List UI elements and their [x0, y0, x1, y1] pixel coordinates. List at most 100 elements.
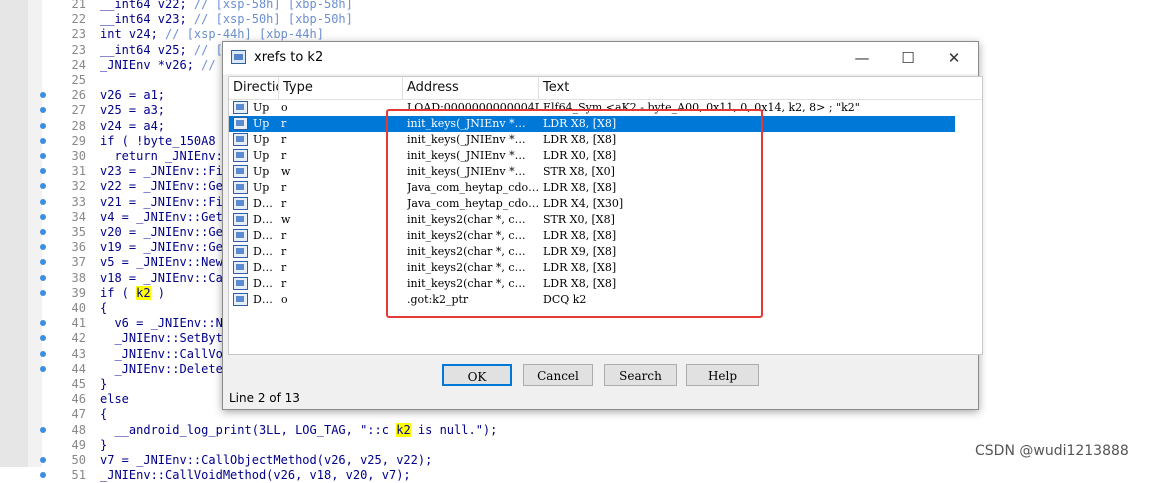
breakpoint-dot-icon[interactable]: [40, 457, 46, 463]
code-text: v21 = _JNIEnv::Fi: [100, 194, 223, 209]
xref-cell-type: r: [281, 197, 287, 210]
ok-button[interactable]: OK: [442, 364, 512, 386]
line-number: 23: [71, 27, 86, 42]
xref-cell-dir: Up: [253, 149, 270, 162]
column-header-type[interactable]: Type: [279, 77, 403, 99]
code-line[interactable]: 33 v21 = _JNIEnv::Fi: [40, 194, 223, 210]
xref-row-icon: [233, 229, 248, 242]
search-button[interactable]: Search: [604, 364, 677, 386]
breakpoint-dot-icon[interactable]: [40, 350, 46, 357]
code-line[interactable]: 32 v22 = _JNIEnv::Ge: [40, 178, 223, 194]
code-line[interactable]: 29 if ( !byte_150A8: [40, 133, 216, 149]
code-line[interactable]: 46 else: [44, 391, 129, 407]
code-text: if ( k2 ): [100, 285, 166, 300]
code-line[interactable]: 27 v25 = a3;: [40, 102, 165, 118]
line-number: 23: [71, 42, 86, 57]
code-line[interactable]: 49}: [44, 437, 108, 453]
xref-cell-type: w: [281, 213, 291, 226]
code-line[interactable]: 28 v24 = a4;: [40, 118, 165, 134]
breakpoint-dot-icon[interactable]: [40, 122, 46, 129]
code-text: v4 = _JNIEnv::Get: [100, 209, 223, 224]
xref-cell-type: o: [281, 101, 288, 114]
line-number: 42: [71, 331, 86, 346]
line-number: 43: [71, 346, 86, 361]
cancel-button[interactable]: Cancel: [523, 364, 593, 386]
code-line[interactable]: 50 v7 = _JNIEnv::CallObjectMethod(v26, v2…: [40, 452, 432, 468]
dialog-titlebar[interactable]: xrefs to k2 — ☐ ✕: [223, 42, 978, 74]
code-line[interactable]: 44 _JNIEnv::Delete: [40, 361, 223, 377]
status-line: Line 2 of 13: [229, 391, 300, 405]
xref-cell-dir: Up: [253, 101, 270, 114]
code-line[interactable]: 31 v23 = _JNIEnv::Fi: [40, 163, 223, 179]
breakpoint-dot-icon[interactable]: [40, 198, 46, 205]
line-number: 47: [71, 407, 86, 422]
breakpoint-dot-icon[interactable]: [40, 289, 46, 296]
code-line[interactable]: 41 v6 = _JNIEnv::N: [40, 315, 223, 331]
line-number: 51: [71, 468, 86, 483]
xref-cell-dir: D…: [253, 197, 273, 210]
dialog-title: xrefs to k2: [254, 50, 324, 65]
code-line[interactable]: 23 int v24; // [xsp-44h] [xbp-44h]: [44, 26, 324, 42]
line-number: 45: [71, 377, 86, 391]
breakpoint-dot-icon[interactable]: [40, 365, 46, 372]
xref-cell-dir: Up: [253, 181, 270, 194]
maximize-button[interactable]: ☐: [885, 42, 931, 74]
code-line[interactable]: 45}: [44, 376, 108, 392]
column-header-direction[interactable]: Directio: [229, 77, 279, 99]
line-number: 26: [71, 88, 86, 103]
line-number: 41: [71, 316, 86, 331]
code-line[interactable]: 26 v26 = a1;: [40, 87, 165, 103]
code-line[interactable]: 25: [44, 72, 100, 88]
xref-cell-type: r: [281, 261, 287, 274]
xref-cell-dir: Up: [253, 165, 270, 178]
code-text: v5 = _JNIEnv::New: [100, 255, 223, 270]
code-line[interactable]: 35 v20 = _JNIEnv::Ge: [40, 224, 223, 240]
code-line[interactable]: 34 v4 = _JNIEnv::Get: [40, 209, 223, 225]
column-header-address[interactable]: Address: [403, 77, 539, 99]
code-text: {: [100, 301, 108, 315]
breakpoint-dot-icon[interactable]: [40, 213, 46, 220]
xref-row-icon: [233, 149, 248, 162]
line-number: 22: [71, 12, 86, 27]
code-line[interactable]: 51 _JNIEnv::CallVoidMethod(v26, v18, v20,…: [40, 467, 411, 483]
code-line[interactable]: 39 if ( k2 ): [40, 285, 166, 301]
line-number: 32: [71, 179, 86, 194]
breakpoint-dot-icon[interactable]: [40, 426, 46, 433]
line-number: 39: [71, 285, 86, 300]
xref-cell-type: o: [281, 293, 288, 306]
xref-row-icon: [233, 181, 248, 194]
code-line[interactable]: 36 v19 = _JNIEnv::Ge: [40, 239, 223, 255]
column-header-text[interactable]: Text: [539, 77, 982, 99]
minimize-button[interactable]: —: [839, 42, 885, 74]
code-line[interactable]: 38 v18 = _JNIEnv::Ca: [40, 270, 223, 286]
code-line[interactable]: 40 {: [44, 300, 108, 316]
close-button[interactable]: ✕: [931, 42, 977, 74]
breakpoint-dot-icon[interactable]: [40, 229, 46, 235]
code-line[interactable]: 37 v5 = _JNIEnv::New: [40, 254, 223, 270]
xref-row-icon: [233, 261, 248, 274]
xref-cell-type: w: [281, 165, 291, 178]
code-text: _JNIEnv::CallVoidMethod(v26, v18, v20, v…: [100, 468, 411, 483]
breakpoint-dot-icon[interactable]: [40, 153, 46, 159]
code-line[interactable]: 48 __android_log_print(3LL, LOG_TAG, "::…: [40, 422, 497, 438]
line-number: 28: [71, 118, 86, 133]
code-line[interactable]: 47 {: [44, 406, 108, 422]
xref-cell-dir: D…: [253, 277, 273, 290]
xref-cell-type: r: [281, 117, 287, 130]
code-text: v18 = _JNIEnv::Ca: [100, 270, 223, 285]
line-number: 44: [71, 361, 86, 376]
help-button[interactable]: Help: [686, 364, 759, 386]
breakpoint-dot-icon[interactable]: [40, 137, 46, 144]
xref-cell-dir: Up: [253, 117, 270, 130]
code-line[interactable]: 42 _JNIEnv::SetByt: [40, 330, 223, 346]
line-number: 49: [71, 437, 86, 452]
code-line[interactable]: 43 _JNIEnv::CallVo: [40, 346, 223, 362]
code-line[interactable]: 24 _JNIEnv *v26; //: [44, 57, 216, 73]
line-number: 38: [71, 270, 86, 285]
breakpoint-dot-icon[interactable]: [40, 274, 46, 281]
watermark: CSDN @wudi1213888: [975, 443, 1129, 459]
code-text: __int64 v22; // [xsp-58h] [xbp-58h]: [100, 0, 353, 11]
code-line[interactable]: 21 __int64 v22; // [xsp-58h] [xbp-58h]: [44, 0, 353, 12]
code-line[interactable]: 30 return _JNIEnv::: [40, 148, 230, 164]
code-line[interactable]: 22 __int64 v23; // [xsp-50h] [xbp-50h]: [44, 11, 353, 27]
